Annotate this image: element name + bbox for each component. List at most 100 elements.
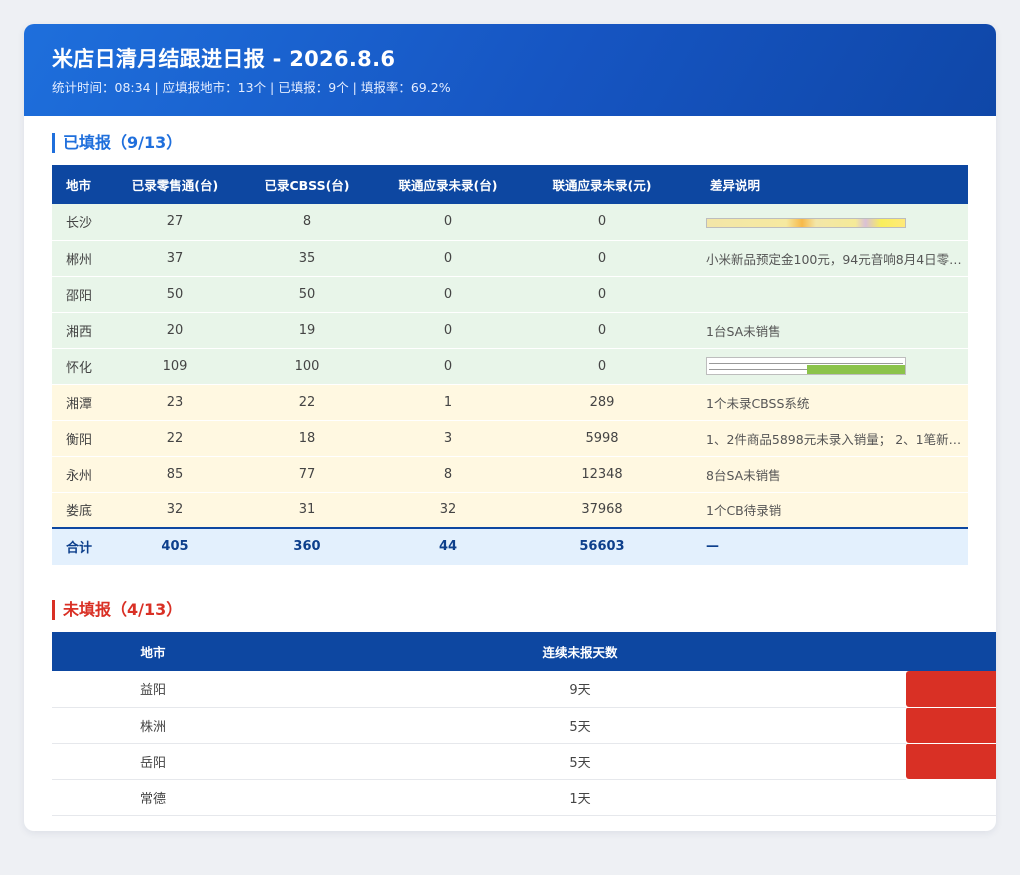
retail-cell: 109 (124, 348, 226, 385)
missing-units-cell: 8 (388, 456, 508, 493)
missing-amount-cell: 0 (508, 204, 696, 241)
missing-amount-cell: 37968 (508, 492, 696, 529)
missing-units-cell: 0 (388, 312, 508, 349)
col-cbss: 已录CBSS(台) (226, 165, 388, 204)
cbss-cell: 77 (226, 456, 388, 493)
missing-city-cell: 常德 (52, 779, 254, 816)
cbss-cell: 35 (226, 240, 388, 277)
note-cell: 小米新品预定金100元，94元音响8月4日零售通已录，8月5日CBSS已录 (696, 240, 968, 277)
retail-cell: 22 (124, 420, 226, 457)
missing-amount-cell: 0 (508, 276, 696, 313)
note-cell: 1台SA未销售 (696, 312, 968, 349)
total-note: — (696, 527, 968, 566)
col-missing-amount: 联通应录未录(元) (508, 165, 696, 204)
table-row: 怀化 109 100 0 0 (52, 348, 968, 385)
table-row: 湘西 20 19 0 0 1台SA未销售 (52, 312, 968, 349)
cbss-cell: 19 (226, 312, 388, 349)
report-summary: 统计时间：08:34 | 应填报地市：13个 | 已填报：9个 | 填报率：69… (52, 80, 451, 95)
status-badge: 严重 (906, 707, 996, 744)
note-cell: 8台SA未销售 (696, 456, 968, 493)
total-retail: 405 (124, 527, 226, 566)
total-cbss: 360 (226, 527, 388, 566)
status-badge: 严重 (906, 743, 996, 780)
spreadsheet-thumbnail-image[interactable] (706, 217, 906, 228)
table-row: 湘潭 23 22 1 289 1个未录CBSS系统 (52, 384, 968, 421)
missing-units-cell: 3 (388, 420, 508, 457)
note-cell: 1个未录CBSS系统 (696, 384, 968, 421)
status-badge: 严重 (906, 671, 996, 708)
total-row: 合计 405 360 44 56603 — (52, 527, 968, 566)
missing-table: 地市 连续未报天数 状态 益阳9天严重株洲5天严重岳阳5天严重常德1天需关注 (52, 632, 996, 816)
missing-amount-cell: 0 (508, 240, 696, 277)
table-row: 永州 85 77 8 12348 8台SA未销售 (52, 456, 968, 493)
missing-amount-cell: 0 (508, 348, 696, 385)
status-badge: 需关注 (906, 779, 996, 816)
missing-amount-cell: 5998 (508, 420, 696, 457)
report-title: 米店日清月结跟进日报 - 2026.8.6 (52, 47, 396, 71)
total-missing-amount: 56603 (508, 527, 696, 566)
missing-amount-cell: 12348 (508, 456, 696, 493)
col-missing-units: 联通应录未录(台) (388, 165, 508, 204)
total-missing-units: 44 (388, 527, 508, 566)
table-row: 衡阳2218359981、2件商品5898元未录入销量； 2、1笔新品红包100… (52, 420, 968, 457)
missing-units-cell: 0 (388, 348, 508, 385)
missing-units-cell: 0 (388, 276, 508, 313)
city-cell: 长沙 (52, 204, 124, 241)
note-cell (696, 276, 968, 313)
missing-days-cell: 9天 (254, 671, 906, 708)
missing-city-cell: 益阳 (52, 671, 254, 708)
report-header: 米店日清月结跟进日报 - 2026.8.6 统计时间：08:34 | 应填报地市… (24, 24, 996, 116)
cbss-cell: 22 (226, 384, 388, 421)
col-note: 差异说明 (696, 165, 968, 204)
col-missing-city: 地市 (52, 632, 254, 671)
table-row: 邵阳 50 50 0 0 (52, 276, 968, 313)
col-city: 地市 (52, 165, 124, 204)
table-row: 郴州373500小米新品预定金100元，94元音响8月4日零售通已录，8月5日C… (52, 240, 968, 277)
total-label: 合计 (52, 527, 124, 566)
filled-table: 地市 已录零售通(台) 已录CBSS(台) 联通应录未录(台) 联通应录未录(元… (52, 165, 968, 566)
missing-days-cell: 5天 (254, 743, 906, 780)
city-cell: 邵阳 (52, 276, 124, 313)
retail-cell: 23 (124, 384, 226, 421)
missing-section-title: 未填报（4/13） (52, 600, 182, 620)
missing-city-cell: 岳阳 (52, 743, 254, 780)
table-row: 岳阳5天严重 (52, 743, 996, 780)
city-cell: 郴州 (52, 240, 124, 277)
city-cell: 湘西 (52, 312, 124, 349)
city-cell: 怀化 (52, 348, 124, 385)
missing-amount-cell: 0 (508, 312, 696, 349)
city-cell: 湘潭 (52, 384, 124, 421)
table-row: 株洲5天严重 (52, 707, 996, 744)
cbss-cell: 100 (226, 348, 388, 385)
filled-table-header: 地市 已录零售通(台) 已录CBSS(台) 联通应录未录(台) 联通应录未录(元… (52, 165, 968, 204)
table-row: 益阳9天严重 (52, 671, 996, 708)
missing-units-cell: 32 (388, 492, 508, 529)
col-retail: 已录零售通(台) (124, 165, 226, 204)
city-cell: 永州 (52, 456, 124, 493)
report-card: 米店日清月结跟进日报 - 2026.8.6 统计时间：08:34 | 应填报地市… (24, 24, 996, 831)
retail-cell: 85 (124, 456, 226, 493)
missing-units-cell: 1 (388, 384, 508, 421)
retail-cell: 20 (124, 312, 226, 349)
col-missing-days: 连续未报天数 (254, 632, 906, 671)
table-row: 娄底 32 31 32 37968 1个CB待录销 (52, 492, 968, 529)
note-cell: 1个CB待录销 (696, 492, 968, 529)
retail-cell: 50 (124, 276, 226, 313)
table-row: 长沙 27 8 0 0 (52, 204, 968, 241)
filled-section-title: 已填报（9/13） (52, 133, 182, 153)
retail-cell: 32 (124, 492, 226, 529)
note-cell: 1、2件商品5898元未录入销量； 2、1笔新品红包100元未录入 (696, 420, 968, 457)
spreadsheet-thumbnail-image[interactable] (706, 357, 906, 375)
retail-cell: 27 (124, 204, 226, 241)
retail-cell: 37 (124, 240, 226, 277)
city-cell: 娄底 (52, 492, 124, 529)
col-missing-status: 状态 (906, 632, 996, 671)
missing-units-cell: 0 (388, 204, 508, 241)
note-cell (696, 348, 968, 385)
missing-city-cell: 株洲 (52, 707, 254, 744)
cbss-cell: 18 (226, 420, 388, 457)
missing-table-header: 地市 连续未报天数 状态 (52, 632, 996, 671)
missing-days-cell: 1天 (254, 779, 906, 816)
cbss-cell: 8 (226, 204, 388, 241)
missing-units-cell: 0 (388, 240, 508, 277)
